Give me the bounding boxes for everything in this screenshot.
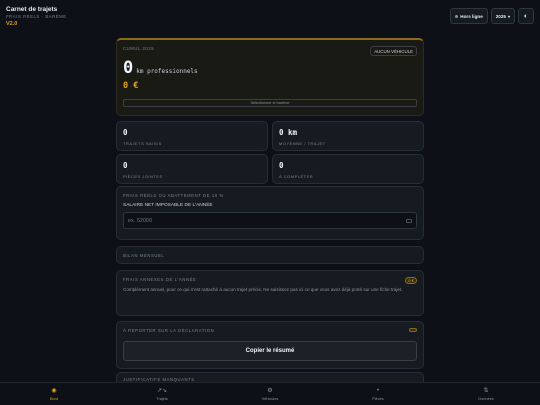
- stat-value: 0: [123, 128, 128, 137]
- copy-summary-button[interactable]: Copier le résumé: [123, 341, 417, 361]
- euro-total-value: 0 €: [123, 81, 139, 91]
- theme-icon: ◐: [523, 12, 529, 20]
- year-select[interactable]: 2025 ▾: [490, 8, 515, 24]
- extra-costs-card: FRAIS ANNEXES DE L'ANNÉE 0 € Complément …: [116, 270, 424, 316]
- stat-label: PIÈCES JOINTES: [123, 174, 163, 179]
- theme-toggle-button[interactable]: ◐: [518, 8, 534, 24]
- keyboard-icon: [406, 218, 412, 223]
- stat-card-trips: 0 TRAJETS SAISIS: [116, 121, 268, 151]
- declaration-card: À REPORTER SUR LA DÉCLARATION Copier le …: [116, 321, 424, 369]
- dashboard-icon: ◉: [51, 387, 57, 394]
- stat-value: 0: [123, 161, 128, 170]
- nav-item-trajets[interactable]: ↗↘ Trajets: [108, 383, 216, 405]
- dashboard-column: CUMUL 2025 AUCUN VÉHICULE 0 km professio…: [116, 0, 424, 405]
- nav-item-bord[interactable]: ◉ Bord: [0, 383, 108, 405]
- stat-card-average: 0 km MOYENNE / TRAJET: [272, 121, 424, 151]
- stat-label: TRAJETS SAISIS: [123, 141, 162, 146]
- nav-label: Pièces: [372, 396, 384, 401]
- stat-label: MOYENNE / TRAJET: [279, 141, 326, 146]
- offline-status-label: Hors ligne: [460, 13, 483, 19]
- vehicle-tag-button[interactable]: AUCUN VÉHICULE: [370, 46, 417, 56]
- nav-item-vehicules[interactable]: ⚙ Véhicules: [216, 383, 324, 405]
- salary-label: SALAIRE NET IMPOSABLE DE L'ANNÉE: [123, 203, 213, 208]
- nav-item-donnees[interactable]: ⇅ Données: [432, 383, 540, 405]
- extra-costs-badge: 0 €: [405, 277, 417, 284]
- nav-item-pieces[interactable]: • Pièces: [324, 383, 432, 405]
- nav-label: Trajets: [156, 396, 168, 401]
- monthly-summary-eyebrow: BILAN MENSUEL: [123, 253, 165, 258]
- extra-costs-eyebrow: FRAIS ANNEXES DE L'ANNÉE: [123, 277, 197, 282]
- salary-input[interactable]: ex. 52000: [123, 212, 417, 229]
- stat-value: 0 km: [279, 128, 298, 137]
- vehicle-icon: ⚙: [267, 387, 273, 394]
- chevron-down-icon: ▾: [507, 13, 510, 19]
- bottom-nav: ◉ Bord ↗↘ Trajets ⚙ Véhicules • Pièces ⇅…: [0, 382, 540, 405]
- stat-value: 0: [279, 161, 284, 170]
- stat-label: À COMPLÉTER: [279, 174, 314, 179]
- nav-label: Données: [478, 396, 494, 401]
- stat-card-to-complete: 0 À COMPLÉTER: [272, 154, 424, 184]
- salary-eyebrow: FRAIS RÉELS OU ABATTEMENT DE 10 %: [123, 193, 224, 198]
- declaration-toggle[interactable]: [409, 328, 417, 332]
- nav-label: Véhicules: [261, 396, 279, 401]
- km-total: 0 km professionnels: [123, 58, 198, 78]
- km-total-unit: km professionnels: [136, 68, 198, 75]
- nav-label: Bord: [49, 396, 59, 401]
- header-actions: Hors ligne 2025 ▾ ◐: [450, 8, 534, 24]
- monthly-summary-card[interactable]: BILAN MENSUEL: [116, 246, 424, 264]
- extra-costs-description: Complément annuel, pour ce qui n'est rat…: [123, 287, 403, 292]
- salary-card: FRAIS RÉELS OU ABATTEMENT DE 10 % SALAIR…: [116, 186, 424, 240]
- yearly-total-card: CUMUL 2025 AUCUN VÉHICULE 0 km professio…: [116, 38, 424, 116]
- attachment-icon: •: [376, 387, 380, 394]
- trips-icon: ↗↘: [156, 387, 168, 394]
- stat-card-attachments: 0 PIÈCES JOINTES: [116, 154, 268, 184]
- declaration-eyebrow: À REPORTER SUR LA DÉCLARATION: [123, 328, 215, 333]
- year-select-value: 2025: [495, 13, 506, 19]
- select-bareme-button[interactable]: Sélectionner le barème: [123, 99, 417, 107]
- salary-input-placeholder: ex. 52000: [128, 217, 153, 224]
- km-total-value: 0: [123, 58, 134, 78]
- offline-status-button[interactable]: Hors ligne: [450, 8, 488, 24]
- status-dot-icon: [455, 14, 459, 18]
- sync-icon: ⇅: [483, 387, 489, 394]
